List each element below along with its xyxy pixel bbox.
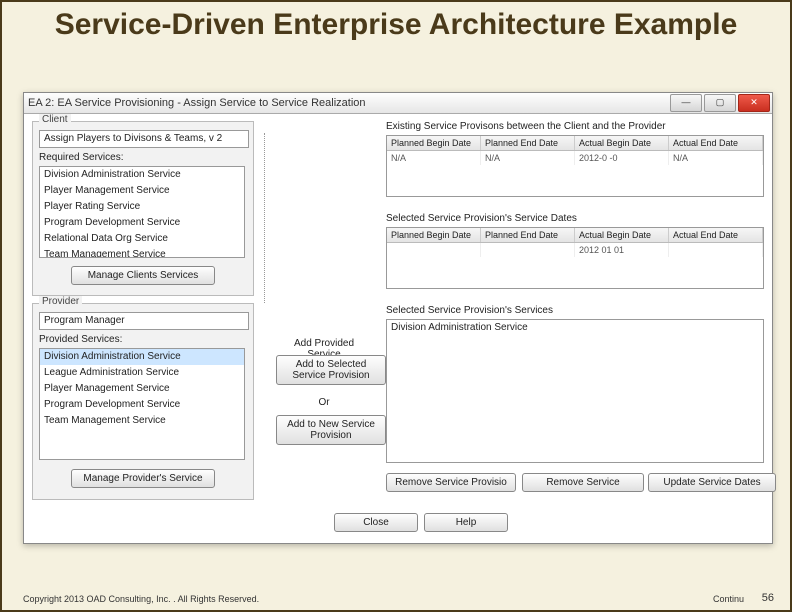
list-item[interactable]: Division Administration Service bbox=[387, 320, 763, 336]
table-header: Planned Begin Date bbox=[387, 228, 481, 242]
table-header: Actual Begin Date bbox=[575, 136, 669, 150]
close-button[interactable]: Close bbox=[334, 513, 418, 532]
list-item[interactable]: Player Management Service bbox=[40, 381, 244, 397]
window-title: EA 2: EA Service Provisioning - Assign S… bbox=[28, 97, 366, 109]
table-header: Planned Begin Date bbox=[387, 136, 481, 150]
list-item[interactable]: Team Management Service bbox=[40, 413, 244, 429]
list-item[interactable]: Player Management Service bbox=[40, 183, 244, 199]
selected-dates-table[interactable]: Planned Begin Date Planned End Date Actu… bbox=[386, 227, 764, 289]
divider-line bbox=[264, 133, 265, 303]
table-cell bbox=[669, 243, 763, 257]
list-item[interactable]: Player Rating Service bbox=[40, 199, 244, 215]
selected-services-list[interactable]: Division Administration Service bbox=[386, 319, 764, 463]
table-cell: N/A bbox=[387, 151, 481, 165]
existing-provisions-table[interactable]: Planned Begin Date Planned End Date Actu… bbox=[386, 135, 764, 197]
manage-clients-services-button[interactable]: Manage Clients Services bbox=[71, 266, 215, 285]
table-header: Actual End Date bbox=[669, 228, 763, 242]
table-cell bbox=[387, 243, 481, 257]
client-field[interactable]: Assign Players to Divisons & Teams, v 2 bbox=[39, 130, 249, 148]
help-button[interactable]: Help bbox=[424, 513, 508, 532]
client-panel: Client Assign Players to Divisons & Team… bbox=[32, 121, 254, 296]
table-cell: 2012 01 01 bbox=[575, 243, 669, 257]
remove-service-button[interactable]: Remove Service bbox=[522, 473, 644, 492]
copyright-text: Copyright 2013 OAD Consulting, Inc. . Al… bbox=[23, 594, 259, 604]
required-services-label: Required Services: bbox=[39, 152, 123, 163]
list-item[interactable]: Division Administration Service bbox=[40, 349, 244, 365]
update-service-dates-button[interactable]: Update Service Dates bbox=[648, 473, 776, 492]
table-header: Actual End Date bbox=[669, 136, 763, 150]
provider-panel: Provider Program Manager Provided Servic… bbox=[32, 303, 254, 500]
table-cell bbox=[481, 243, 575, 257]
list-item[interactable]: Division Administration Service bbox=[40, 167, 244, 183]
table-header: Planned End Date bbox=[481, 136, 575, 150]
close-window-button[interactable]: ✕ bbox=[738, 94, 770, 112]
or-label: Or bbox=[276, 397, 372, 408]
table-cell: N/A bbox=[481, 151, 575, 165]
dialog-window: EA 2: EA Service Provisioning - Assign S… bbox=[23, 92, 773, 544]
table-row[interactable]: 2012 01 01 bbox=[387, 243, 763, 257]
window-titlebar: EA 2: EA Service Provisioning - Assign S… bbox=[24, 93, 772, 114]
table-header: Actual Begin Date bbox=[575, 228, 669, 242]
list-item[interactable]: Program Development Service bbox=[40, 215, 244, 231]
add-to-selected-provision-button[interactable]: Add to Selected Service Provision bbox=[276, 355, 386, 385]
provider-label: Provider bbox=[39, 296, 82, 307]
slide-title: Service-Driven Enterprise Architecture E… bbox=[2, 8, 790, 41]
table-header: Planned End Date bbox=[481, 228, 575, 242]
provided-services-list[interactable]: Division Administration Service League A… bbox=[39, 348, 245, 460]
list-item[interactable]: Program Development Service bbox=[40, 397, 244, 413]
table-cell: N/A bbox=[669, 151, 763, 165]
list-item[interactable]: League Administration Service bbox=[40, 365, 244, 381]
provided-services-label: Provided Services: bbox=[39, 334, 122, 345]
page-number: 56 bbox=[762, 592, 774, 604]
selected-dates-label: Selected Service Provision's Service Dat… bbox=[386, 213, 577, 224]
client-label: Client bbox=[39, 114, 71, 125]
table-cell: 2012-0 -0 bbox=[575, 151, 669, 165]
remove-service-provision-button[interactable]: Remove Service Provisio bbox=[386, 473, 516, 492]
maximize-button[interactable]: ▢ bbox=[704, 94, 736, 112]
minimize-button[interactable]: — bbox=[670, 94, 702, 112]
existing-provisions-label: Existing Service Provisons between the C… bbox=[386, 121, 666, 132]
selected-services-label: Selected Service Provision's Services bbox=[386, 305, 553, 316]
add-to-new-provision-button[interactable]: Add to New Service Provision bbox=[276, 415, 386, 445]
provider-field[interactable]: Program Manager bbox=[39, 312, 249, 330]
table-row[interactable]: N/A N/A 2012-0 -0 N/A bbox=[387, 151, 763, 165]
continue-label: Continu bbox=[713, 594, 744, 604]
required-services-list[interactable]: Division Administration Service Player M… bbox=[39, 166, 245, 258]
list-item[interactable]: Team Management Service bbox=[40, 247, 244, 258]
list-item[interactable]: Relational Data Org Service bbox=[40, 231, 244, 247]
manage-providers-service-button[interactable]: Manage Provider's Service bbox=[71, 469, 215, 488]
